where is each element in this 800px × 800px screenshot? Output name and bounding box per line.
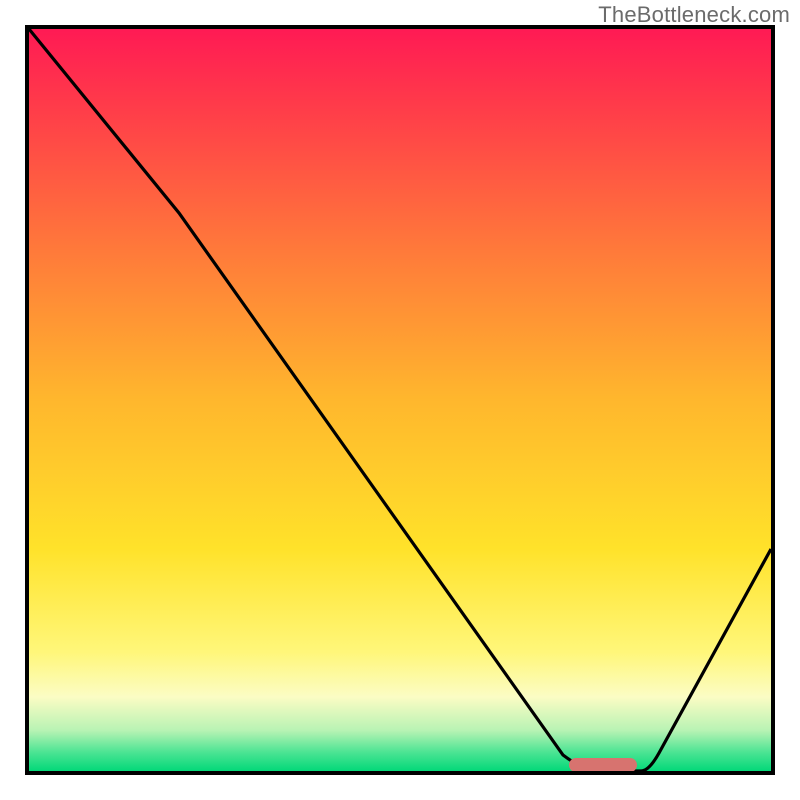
chart-root: TheBottleneck.com <box>0 0 800 800</box>
bottleneck-curve <box>29 29 771 771</box>
plot-area <box>25 25 775 775</box>
optimum-marker <box>569 758 637 772</box>
